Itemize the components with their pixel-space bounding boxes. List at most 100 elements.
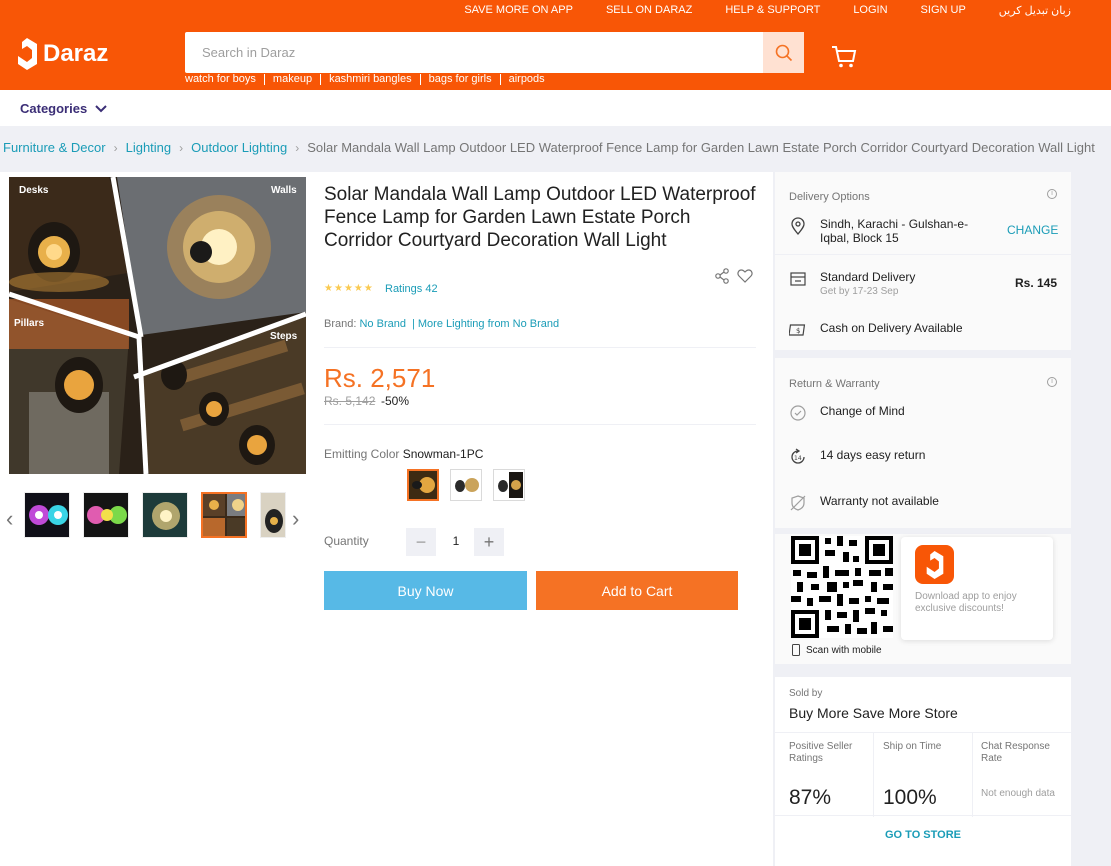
breadcrumb-link[interactable]: Furniture & Decor: [3, 140, 106, 155]
category-bar: Categories: [0, 90, 1111, 126]
stat-label: Positive Seller Ratings: [789, 741, 853, 764]
quantity-label: Quantity: [324, 534, 369, 548]
quantity-increase-button[interactable]: +: [474, 528, 504, 556]
daraz-logo[interactable]: Daraz: [18, 38, 108, 70]
scan-with-mobile-label: Scan with mobile: [806, 644, 882, 656]
chevron-right-icon[interactable]: ›: [292, 506, 299, 532]
gallery-label: Desks: [19, 185, 49, 196]
product-photo-collage: [9, 177, 306, 474]
standard-delivery-label: Standard Delivery: [820, 270, 916, 284]
color-selected-value: Snowman-1PC: [402, 447, 484, 461]
original-price: Rs. 5,142: [324, 394, 376, 408]
delivery-fee: Rs. 145: [1015, 276, 1058, 290]
keyword-link[interactable]: kashmiri bangles: [320, 74, 420, 85]
divider: [775, 254, 1071, 255]
sell-on-daraz-link[interactable]: SELL ON DARAZ: [606, 4, 692, 17]
language-switch-link[interactable]: زبان تبدیل کریں: [999, 4, 1071, 17]
product-main: Desks Walls Pillars Steps ‹ › Solar Mand…: [0, 172, 773, 866]
color-swatch[interactable]: [450, 469, 482, 501]
keyword-link[interactable]: watch for boys: [185, 74, 264, 85]
keyword-link[interactable]: makeup: [263, 74, 320, 85]
info-icon[interactable]: i: [1047, 377, 1057, 387]
warranty-item-label: Warranty not available: [820, 494, 939, 508]
wishlist-heart-icon[interactable]: [737, 268, 753, 284]
chevron-right-icon: ›: [113, 140, 118, 155]
stat-label: Ship on Time: [883, 741, 942, 752]
daraz-app-icon: [915, 545, 954, 584]
cod-row: $ Cash on Delivery Available: [789, 321, 963, 339]
chevron-left-icon[interactable]: ‹: [6, 506, 13, 532]
brand-divider: |: [412, 318, 415, 330]
warranty-item: Change of Mind: [789, 404, 905, 422]
return-14-days-icon: 14: [791, 448, 805, 464]
divider: [324, 424, 756, 425]
warranty-panel: Return & Warranty i Change of Mind 14 14…: [775, 358, 1071, 528]
share-icon[interactable]: [714, 268, 730, 284]
seller-panel: Sold by Buy More Save More Store Positiv…: [775, 677, 1071, 866]
site-header: SAVE MORE ON APP SELL ON DARAZ HELP & SU…: [0, 0, 1111, 90]
thumbnail-selected[interactable]: [201, 492, 247, 538]
ratings-link[interactable]: Ratings 42: [385, 283, 438, 295]
discount-badge: -50%: [381, 394, 410, 408]
mobile-phone-icon: [792, 644, 800, 656]
chevron-right-icon: ›: [295, 140, 300, 155]
quantity-value[interactable]: 1: [438, 534, 474, 548]
change-location-link[interactable]: CHANGE: [1007, 223, 1058, 237]
search-input[interactable]: [185, 32, 760, 73]
star-icon: ★: [333, 283, 343, 294]
signup-link[interactable]: SIGN UP: [921, 4, 966, 17]
breadcrumb-link[interactable]: Lighting: [126, 140, 172, 155]
divider: [324, 347, 756, 348]
app-promo-card[interactable]: Download app to enjoy exclusive discount…: [901, 537, 1053, 640]
stat-value: Not enough data: [981, 788, 1055, 799]
delivery-panel: Delivery Options i Sindh, Karachi - Guls…: [775, 172, 1071, 350]
thumbnail[interactable]: [24, 492, 70, 538]
cash-icon: $: [789, 324, 806, 336]
logo-text: Daraz: [43, 40, 109, 67]
more-from-brand-link[interactable]: More Lighting from No Brand: [418, 318, 559, 330]
seller-name[interactable]: Buy More Save More Store: [789, 705, 958, 721]
product-image[interactable]: Desks Walls Pillars Steps: [9, 177, 306, 474]
color-swatch-selected[interactable]: [407, 469, 439, 501]
color-label-text: Emitting Color: [324, 447, 400, 461]
star-rating: ★ ★ ★ ★ ★: [324, 283, 373, 294]
breadcrumb-link[interactable]: Outdoor Lighting: [191, 140, 287, 155]
thumbnail[interactable]: [260, 492, 286, 538]
add-to-cart-button[interactable]: Add to Cart: [536, 571, 738, 610]
search-button[interactable]: [763, 32, 804, 73]
color-swatch[interactable]: [493, 469, 525, 501]
top-links: SAVE MORE ON APP SELL ON DARAZ HELP & SU…: [464, 4, 1071, 17]
daraz-logo-icon: [18, 38, 37, 70]
save-more-on-app-link[interactable]: SAVE MORE ON APP: [464, 4, 573, 17]
breadcrumb-current: Solar Mandala Wall Lamp Outdoor LED Wate…: [307, 140, 1095, 155]
keyword-link[interactable]: airpods: [499, 74, 553, 85]
quantity-decrease-button[interactable]: −: [406, 528, 436, 556]
go-to-store-link[interactable]: GO TO STORE: [775, 829, 1071, 841]
stat-label: Chat Response Rate: [981, 741, 1050, 764]
star-icon: ★: [343, 283, 353, 294]
product-title: Solar Mandala Wall Lamp Outdoor LED Wate…: [324, 184, 756, 251]
brand-link[interactable]: No Brand: [359, 318, 405, 330]
gallery-label: Walls: [271, 185, 297, 196]
keyword-link[interactable]: bags for girls: [419, 74, 500, 85]
cod-text: Cash on Delivery Available: [820, 321, 963, 335]
chevron-right-icon: ›: [179, 140, 184, 155]
stat-value: 87%: [789, 786, 832, 809]
login-link[interactable]: LOGIN: [853, 4, 887, 17]
scan-with-mobile: Scan with mobile: [792, 644, 882, 656]
info-icon[interactable]: i: [1047, 189, 1057, 199]
cart-icon[interactable]: [831, 45, 857, 69]
categories-label: Categories: [20, 101, 88, 116]
current-price: Rs. 2,571: [324, 363, 436, 393]
help-support-link[interactable]: HELP & SUPPORT: [725, 4, 820, 17]
categories-menu[interactable]: Categories: [20, 101, 107, 116]
seller-stat: Chat Response Rate Not enough data: [973, 733, 1071, 817]
location-text: Sindh, Karachi - Gulshan-e-Iqbal, Block …: [820, 217, 969, 245]
thumbnail[interactable]: [142, 492, 188, 538]
gallery-label: Steps: [270, 331, 298, 342]
thumbnail[interactable]: [83, 492, 129, 538]
color-label: Emitting Color Snowman-1PC: [324, 447, 483, 461]
seller-stat: Ship on Time 100%: [874, 733, 973, 817]
svg-text:$: $: [796, 327, 800, 335]
buy-now-button[interactable]: Buy Now: [324, 571, 527, 610]
